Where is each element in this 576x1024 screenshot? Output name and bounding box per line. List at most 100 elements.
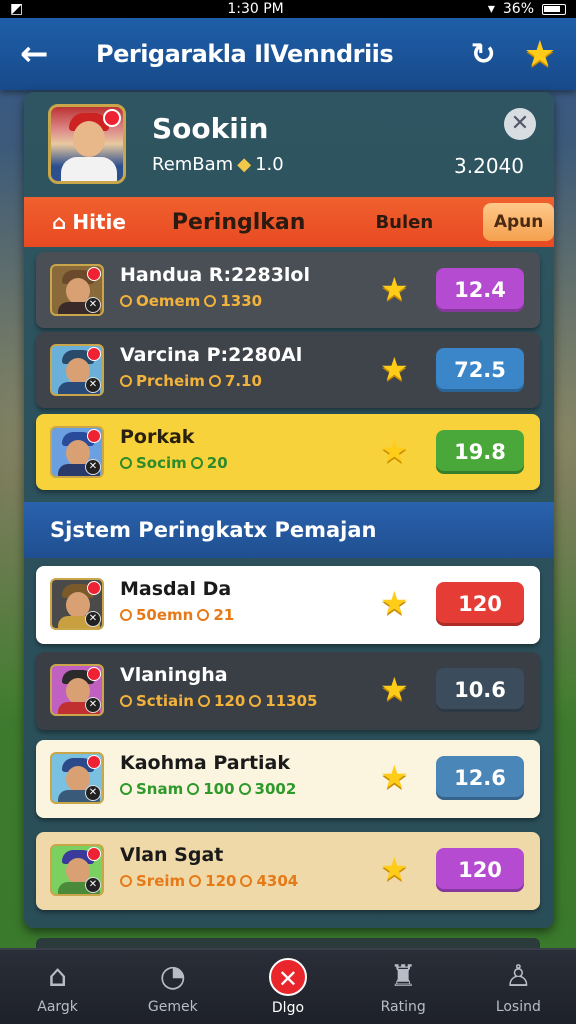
player-stats: Snam 100 3002 (120, 780, 296, 798)
stat-primary: Snam (136, 780, 184, 798)
stat-secondary: 120 (205, 872, 237, 890)
list-item[interactable]: ✕ Handua R:2283lol Oemem 1330 ★ 12.4 (36, 252, 540, 328)
badge-icon (87, 755, 101, 769)
coin-icon (249, 695, 262, 707)
player-stats: Oemem 1330 (120, 292, 262, 310)
stat-secondary: 100 (203, 780, 235, 798)
player-avatar[interactable]: ✕ (50, 426, 104, 478)
close-icon[interactable]: ✕ (504, 108, 536, 140)
score-badge[interactable]: 120 (436, 582, 524, 626)
player-stats: Prcheim 7.10 (120, 372, 262, 390)
user-icon: ♙ (504, 959, 532, 994)
level-icon: ✕ (85, 377, 101, 393)
list-item[interactable]: ✕ Vlan Sgat Sreim 120 4304 ★ 120 (36, 832, 540, 910)
coin-icon (240, 875, 253, 887)
coin-icon (197, 609, 210, 621)
level-icon: ✕ (85, 877, 101, 893)
star-icon: ★ (380, 270, 409, 308)
nav-item-profile[interactable]: ♙ Losind (468, 959, 568, 1015)
nav-label: Gemek (147, 999, 198, 1015)
badge-icon (87, 267, 101, 281)
player-avatar[interactable]: ✕ (50, 844, 104, 896)
star-icon: ★ (380, 758, 409, 796)
coin-icon (189, 875, 202, 887)
nav-label: Aargk (37, 999, 78, 1015)
stat-primary: Sctiain (136, 692, 194, 710)
score-badge[interactable]: 72.5 (436, 348, 524, 392)
bottom-nav: ⌂ Aargk ◔ Gemek ✕ Dlgo ♜ Rating ♙ Losind (0, 948, 576, 1024)
badge-icon (87, 429, 101, 443)
section-title: Sjstem Peringkatx Pemajan (24, 502, 554, 558)
score-badge[interactable]: 10.6 (436, 668, 524, 712)
list-item[interactable]: ✕ Porkak Socim 20 ★ 19.8 (36, 414, 540, 490)
player-stats: Sreim 120 4304 (120, 872, 298, 890)
stat-primary: Oemem (136, 292, 201, 310)
coin-icon (120, 375, 132, 387)
nav-item-dlgo[interactable]: ✕ Dlgo (238, 958, 338, 1016)
score-badge[interactable]: 12.6 (436, 756, 524, 800)
player-avatar[interactable] (48, 104, 126, 184)
favorite-star-icon[interactable]: ★ (524, 34, 556, 75)
player-stats: Socim 20 (120, 454, 228, 472)
star-icon: ★ (380, 584, 409, 622)
coin-icon (187, 783, 200, 795)
list-item[interactable]: ✕ Varcina P:2280Al Prcheim 7.10 ★ 72.5 (36, 332, 540, 408)
stat-primary: 50emn (136, 606, 194, 624)
diamond-icon: ◆ (237, 154, 252, 175)
status-time: 1:30 PM (227, 1, 284, 17)
score-badge[interactable]: 12.4 (436, 268, 524, 312)
coin-icon (120, 783, 132, 795)
player-name: Vlaningha (120, 664, 228, 686)
top-app-bar: ← Perigarakla IlVenndriis ↻ ★ (0, 18, 576, 90)
stat-secondary: 7.10 (224, 372, 262, 390)
tab-hitlist[interactable]: ⌂ Hitie (52, 210, 126, 234)
score-badge[interactable]: 120 (436, 848, 524, 892)
coin-icon (197, 695, 210, 707)
stat-secondary: 1330 (220, 292, 263, 310)
coin-icon (120, 457, 132, 469)
nav-item-game[interactable]: ◔ Gemek (123, 959, 223, 1015)
wifi-icon: ▾ (487, 1, 495, 17)
player-avatar[interactable]: ✕ (50, 264, 104, 316)
nav-item-rating[interactable]: ♜ Rating (353, 959, 453, 1015)
list-item[interactable]: ✕ Masdal Da 50emn 21 ★ 120 (36, 566, 540, 644)
level-icon: ✕ (85, 611, 101, 627)
rank-label: RemBam (152, 154, 234, 175)
stat-tertiary: 3002 (254, 780, 297, 798)
signal-icon: ◩ (10, 1, 24, 17)
level-icon: ✕ (85, 785, 101, 801)
nav-label: Dlgo (271, 1000, 305, 1016)
tab-peringkat[interactable]: Peringlkan (172, 210, 306, 235)
badge-icon (103, 109, 121, 127)
page-title: Perigarakla IlVenndriis (96, 40, 394, 68)
list-item[interactable]: ✕ Kaohma Partiak Snam 100 3002 ★ 12.6 (36, 740, 540, 818)
player-avatar[interactable]: ✕ (50, 752, 104, 804)
nav-item-home[interactable]: ⌂ Aargk (8, 959, 108, 1015)
stat-tertiary: 11305 (265, 692, 318, 710)
badge-icon (87, 667, 101, 681)
stat-primary: Socim (136, 454, 187, 472)
player-avatar[interactable]: ✕ (50, 664, 104, 716)
tab-apun-button[interactable]: Apun (483, 203, 554, 241)
coin-icon (190, 457, 203, 469)
level-icon: ✕ (85, 697, 101, 713)
back-arrow-icon[interactable]: ← (20, 34, 60, 74)
status-battery-text: 36% (502, 1, 534, 17)
player-avatar[interactable]: ✕ (50, 344, 104, 396)
nav-label: Rating (380, 999, 426, 1015)
coin-icon (208, 375, 221, 387)
player-avatar[interactable]: ✕ (50, 578, 104, 630)
star-icon: ★ (380, 850, 409, 888)
tab-bulan[interactable]: Bulen (375, 212, 433, 233)
player-name: Masdal Da (120, 578, 232, 600)
score-badge[interactable]: 19.8 (436, 430, 524, 474)
close-icon: ✕ (268, 958, 307, 996)
list-item[interactable]: ✕ Vlaningha Sctiain 120 11305 ★ 10.6 (36, 652, 540, 730)
home-icon: ⌂ (48, 959, 68, 994)
nav-label: Losind (495, 999, 541, 1015)
refresh-icon[interactable]: ↻ (471, 37, 496, 72)
player-name: Porkak (120, 426, 195, 448)
ball-icon: ◔ (159, 959, 186, 994)
trophy-icon: ♜ (389, 959, 417, 994)
coin-icon (238, 783, 251, 795)
